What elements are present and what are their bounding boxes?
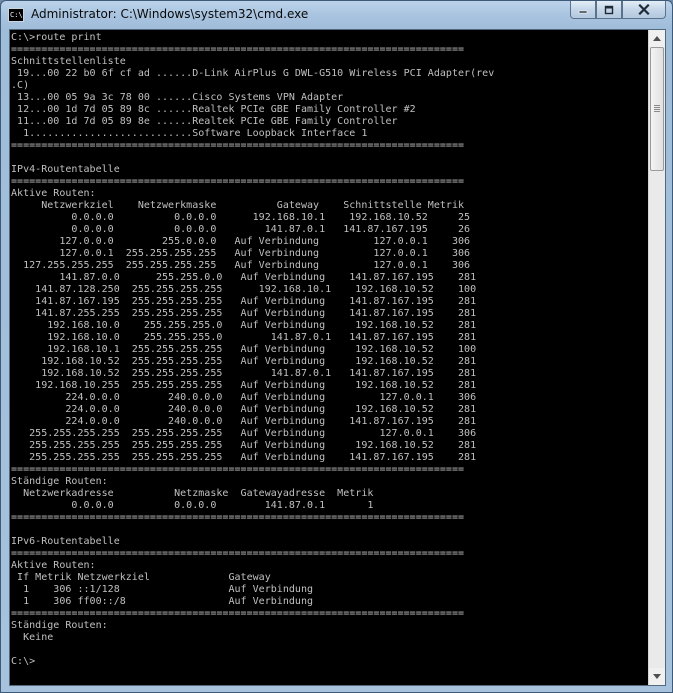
close-button[interactable]: [622, 1, 666, 19]
console-line: ========================================…: [11, 176, 465, 187]
console-line: 255.255.255.255 255.255.255.255 Auf Verb…: [11, 452, 477, 463]
console-line: 12...00 1d 7d 05 89 8c ......Realtek PCI…: [11, 104, 416, 115]
console-line: 141.87.167.195 255.255.255.255 Auf Verbi…: [11, 296, 477, 307]
console-line: 141.87.128.250 255.255.255.255 192.168.1…: [11, 284, 477, 295]
minimize-button[interactable]: [570, 1, 596, 19]
cmd-app-icon[interactable]: C:\: [8, 8, 24, 22]
window-title: Administrator: C:\Windows\system32\cmd.e…: [31, 7, 309, 21]
console-line: Aktive Routen:: [11, 560, 96, 571]
console-line: ========================================…: [11, 464, 465, 475]
console-line: Schnittstellenliste: [11, 56, 126, 67]
console-line: ========================================…: [11, 512, 465, 523]
console-line: 224.0.0.0 240.0.0.0 Auf Verbindung 192.1…: [11, 404, 477, 415]
console-line: IPv6-Routentabelle: [11, 536, 120, 547]
scroll-thumb[interactable]: [650, 47, 664, 171]
console-line: If Metrik Netzwerkziel Gateway: [11, 572, 271, 583]
console-line: 141.87.0.0 255.255.0.0 Auf Verbindung 14…: [11, 272, 477, 283]
console-line: Ständige Routen:: [11, 620, 108, 631]
console-line: 127.255.255.255 255.255.255.255 Auf Verb…: [11, 260, 471, 271]
console-line: 1 306 ff00::/8 Auf Verbindung: [11, 596, 314, 607]
arrow-up-icon: [653, 36, 661, 41]
caption-buttons: [570, 1, 666, 19]
console-frame: C:\>route print ========================…: [9, 29, 666, 686]
console-line: ========================================…: [11, 608, 465, 619]
console-line: Ständige Routen:: [11, 476, 108, 487]
console-line: ========================================…: [11, 548, 465, 559]
console-line: 141.87.255.255 255.255.255.255 Auf Verbi…: [11, 308, 477, 319]
console-line: 224.0.0.0 240.0.0.0 Auf Verbindung 127.0…: [11, 392, 477, 403]
console-line: 192.168.10.52 255.255.255.255 Auf Verbin…: [11, 356, 477, 367]
console-output: C:\>route print ========================…: [10, 30, 649, 668]
console-line: 224.0.0.0 240.0.0.0 Auf Verbindung 141.8…: [11, 416, 477, 427]
console-line: 127.0.0.0 255.0.0.0 Auf Verbindung 127.0…: [11, 236, 471, 247]
console-line: C:\>: [11, 656, 36, 667]
console-line: 11...00 1d 7d 05 89 8e ......Realtek PCI…: [11, 116, 398, 127]
console-line: 0.0.0.0 0.0.0.0 192.168.10.1 192.168.10.…: [11, 212, 471, 223]
cmd-window: C:\ Administrator: C:\Windows\system32\c…: [0, 0, 673, 693]
console-line: IPv4-Routentabelle: [11, 164, 120, 175]
maximize-button[interactable]: [596, 1, 622, 19]
console-line: 255.255.255.255 255.255.255.255 Auf Verb…: [11, 428, 477, 439]
scroll-down-button[interactable]: [649, 668, 665, 685]
console-line: 0.0.0.0 0.0.0.0 141.87.0.1 141.87.167.19…: [11, 224, 471, 235]
console-line: Aktive Routen:: [11, 188, 96, 199]
console-line: C:\>route print: [11, 32, 102, 43]
console-line: 192.168.10.0 255.255.255.0 141.87.0.1 14…: [11, 332, 477, 343]
console-line: 192.168.10.0 255.255.255.0 Auf Verbindun…: [11, 320, 477, 331]
minimize-icon: [578, 10, 588, 13]
vertical-scrollbar[interactable]: [648, 30, 665, 685]
close-icon: [638, 4, 650, 15]
console-line: 127.0.0.1 255.255.255.255 Auf Verbindung…: [11, 248, 471, 259]
console-line: 192.168.10.255 255.255.255.255 Auf Verbi…: [11, 380, 477, 391]
console-line: 192.168.10.52 255.255.255.255 141.87.0.1…: [11, 368, 477, 379]
console-line: ========================================…: [11, 140, 465, 151]
console-line: Netzwerkziel Netzwerkmaske Gateway Schni…: [11, 200, 465, 211]
console-area[interactable]: C:\>route print ========================…: [10, 30, 649, 685]
scroll-up-button[interactable]: [649, 30, 665, 47]
console-line: 19...00 22 b0 6f cf ad ......D-Link AirP…: [11, 68, 495, 79]
console-line: 13...00 05 9a 3c 78 00 ......Cisco Syste…: [11, 92, 344, 103]
console-line: Keine: [11, 632, 54, 643]
console-line: ========================================…: [11, 44, 465, 55]
console-line: Netzwerkadresse Netzmaske Gatewayadresse…: [11, 488, 374, 499]
console-line: 0.0.0.0 0.0.0.0 141.87.0.1 1: [11, 500, 374, 511]
console-line: 1 306 ::1/128 Auf Verbindung: [11, 584, 314, 595]
maximize-icon: [604, 5, 614, 14]
console-line: 192.168.10.1 255.255.255.255 Auf Verbind…: [11, 344, 477, 355]
console-line: .C): [11, 80, 30, 91]
arrow-down-icon: [653, 674, 661, 679]
title-bar[interactable]: C:\ Administrator: C:\Windows\system32\c…: [1, 1, 672, 29]
console-line: 1...........................Software Loo…: [11, 128, 368, 139]
console-line: 255.255.255.255 255.255.255.255 Auf Verb…: [11, 440, 477, 451]
